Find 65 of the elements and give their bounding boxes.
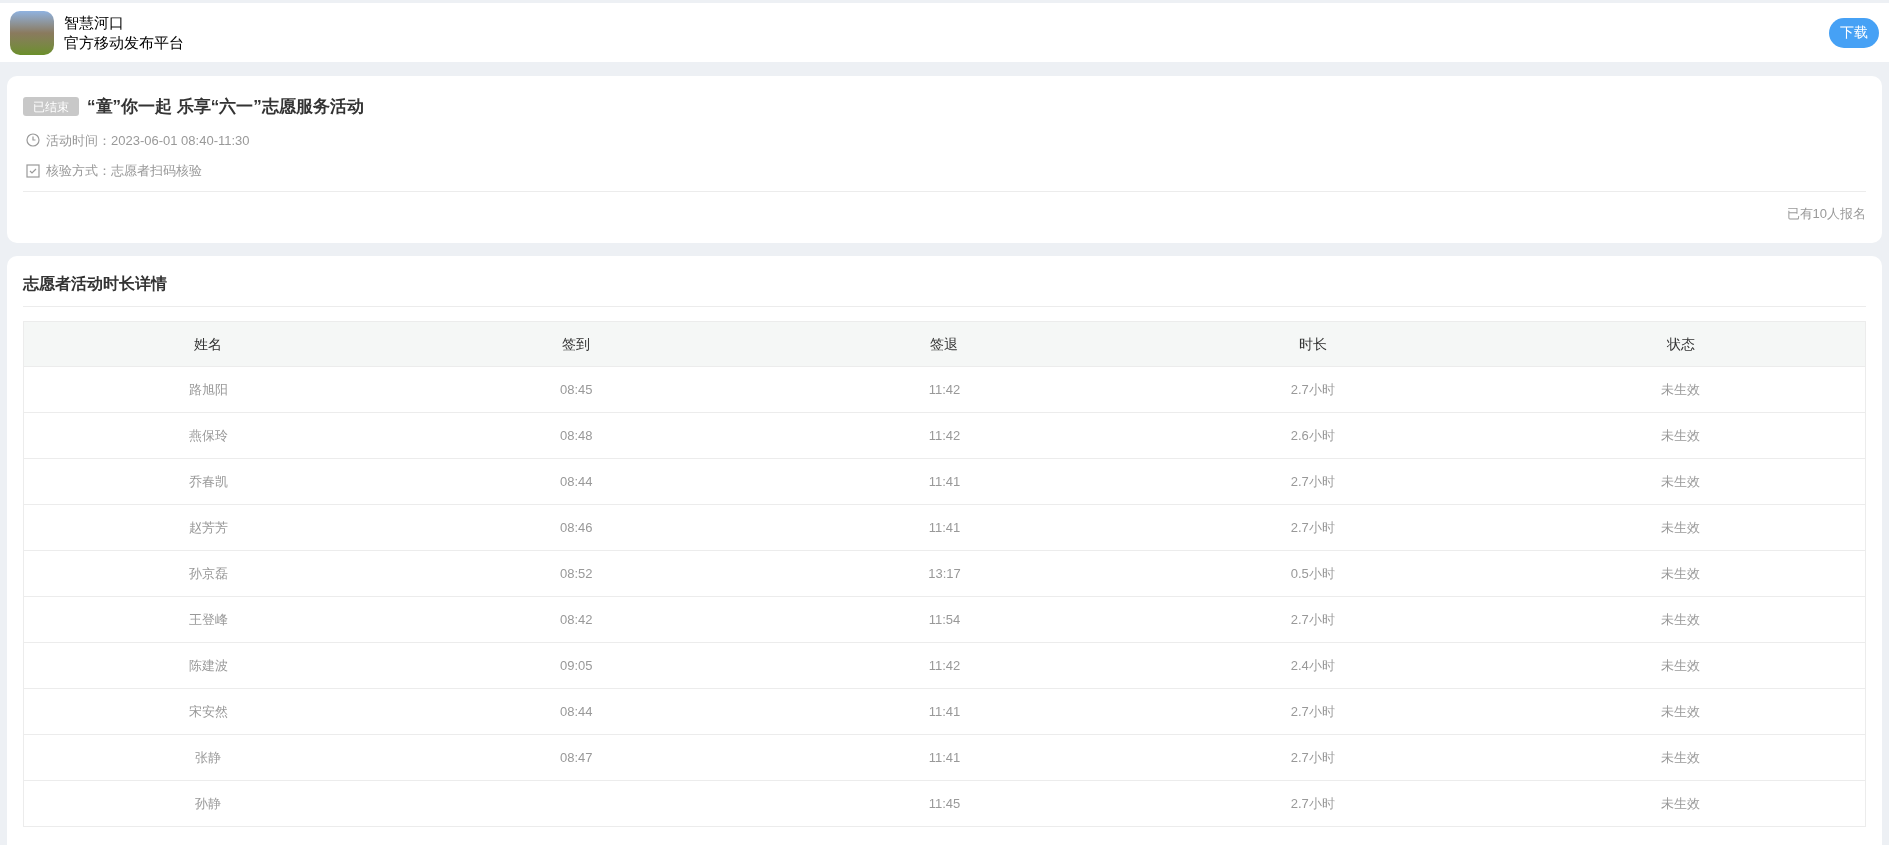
table-cell-text: 09:05 [559,656,594,675]
table-cell-text: 张静 [194,748,223,767]
table-cell-text: 08:45 [559,380,594,399]
table-cell-text: 11:41 [927,748,962,767]
signup-count: 已有10人报名 [1786,204,1866,223]
app-name: 智慧河口 [64,12,125,33]
column-header: 姓名 [193,334,224,354]
table-cell-text: 2.6小时 [1289,426,1336,445]
app-subtitle: 官方移动发布平台 [64,32,184,53]
clock-icon [26,133,40,148]
download-button[interactable]: 下载 [1829,17,1879,48]
table-cell-text: 宋安然 [187,702,229,721]
table-cell-text: 王登峰 [187,610,229,629]
table-cell-text: 11:45 [927,794,962,813]
table-cell-text: 11:42 [927,380,962,399]
table-cell-text: 08:44 [559,472,594,491]
table-cell-text: 08:42 [559,610,594,629]
table-cell-text: 乔春凯 [187,472,229,491]
activity-detail: 核验方式：志愿者扫码核验 [46,162,202,180]
table-cell-text: 未生效 [1660,564,1702,583]
table-cell-text: 2.7小时 [1289,518,1336,537]
table-cell-text: 未生效 [1660,472,1702,491]
table-cell-text: 2.4小时 [1289,656,1336,675]
column-header: 状态 [1665,334,1696,354]
table-cell-text: 未生效 [1660,702,1702,721]
table-cell-text: 未生效 [1660,380,1702,399]
table-cell-text: 2.7小时 [1289,380,1336,399]
table-cell-text: 08:47 [559,748,594,767]
table-cell-text: 路旭阳 [187,380,229,399]
activity-detail: 活动时间：2023-06-01 08:40-11:30 [46,131,250,150]
activity-title: “童”你一起 乐享“六一”志愿服务活动 [87,96,364,118]
table-cell-text: 未生效 [1660,748,1702,767]
checkbox-icon [26,163,40,178]
table-cell-text: 2.7小时 [1289,748,1336,767]
table-cell-text: 11:42 [927,656,962,675]
table-cell-text: 未生效 [1660,426,1702,445]
table-cell-text: 2.7小时 [1289,610,1336,629]
table-cell-text: 11:41 [927,702,962,721]
app-logo [10,10,54,55]
table-cell-text: 未生效 [1660,610,1702,629]
table-cell-text: 赵芳芳 [187,518,229,537]
table-cell-text: 孙京磊 [187,564,229,583]
table-cell-text: 2.7小时 [1289,472,1336,491]
table-cell-text: 13:17 [927,564,962,583]
table-cell-text: 08:52 [559,564,594,583]
table-cell-text: 未生效 [1660,794,1702,813]
table-cell-text: 未生效 [1660,518,1702,537]
table-cell-text: 2.7小时 [1289,702,1336,721]
table-cell-text: 11:54 [927,610,962,629]
table-cell-text: 08:44 [559,702,594,721]
table-cell-text: 08:48 [559,426,594,445]
table-cell-text: 2.7小时 [1289,794,1336,813]
table-cell-text: 0.5小时 [1289,564,1336,583]
column-header: 签退 [929,334,960,354]
table-cell-text: 08:46 [559,518,594,537]
table-cell-text: 陈建波 [187,656,229,675]
table-cell-text: 11:41 [927,472,962,491]
table-cell-text: 孙静 [194,794,223,813]
table-cell-text: 11:42 [927,426,962,445]
table-cell-text: 11:41 [927,518,962,537]
table-cell-text: 燕保玲 [187,426,229,445]
column-header: 时长 [1297,334,1328,354]
column-header: 签到 [561,334,592,354]
table-cell-text: 未生效 [1660,656,1702,675]
section-title: 志愿者活动时长详情 [23,274,168,294]
